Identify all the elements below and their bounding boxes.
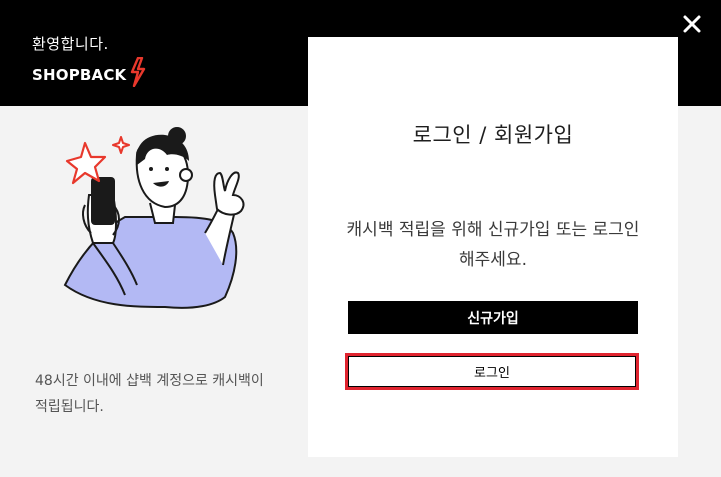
card-description: 캐시백 적립을 위해 신규가입 또는 로그인해주세요.: [346, 220, 640, 270]
woman-with-phone-illustration: [63, 127, 245, 309]
login-card: 로그인 / 회원가입 캐시백 적립을 위해 신규가입 또는 로그인해주세요.: [308, 37, 678, 457]
card-title: 로그인 / 회원가입: [412, 123, 574, 147]
close-button[interactable]: [681, 13, 703, 35]
signup-button[interactable]: 신규가입: [348, 301, 638, 334]
login-button[interactable]: 로그인: [345, 353, 639, 390]
cashback-info-text: 48시간 이내에 샵백 계정으로 캐시백이 적립됩니다.: [35, 373, 264, 415]
lightning-bolt-icon: [131, 57, 146, 87]
signup-modal: 환영합니다. SHOPBACK 48시간 이내에 샵백 계정으로 캐시백이 적립…: [0, 0, 721, 477]
logo-wordmark: SHOPBACK: [32, 66, 127, 84]
shopback-logo: SHOPBACK: [32, 57, 147, 87]
close-icon: [683, 15, 701, 33]
welcome-text: 환영합니다.: [32, 35, 109, 53]
